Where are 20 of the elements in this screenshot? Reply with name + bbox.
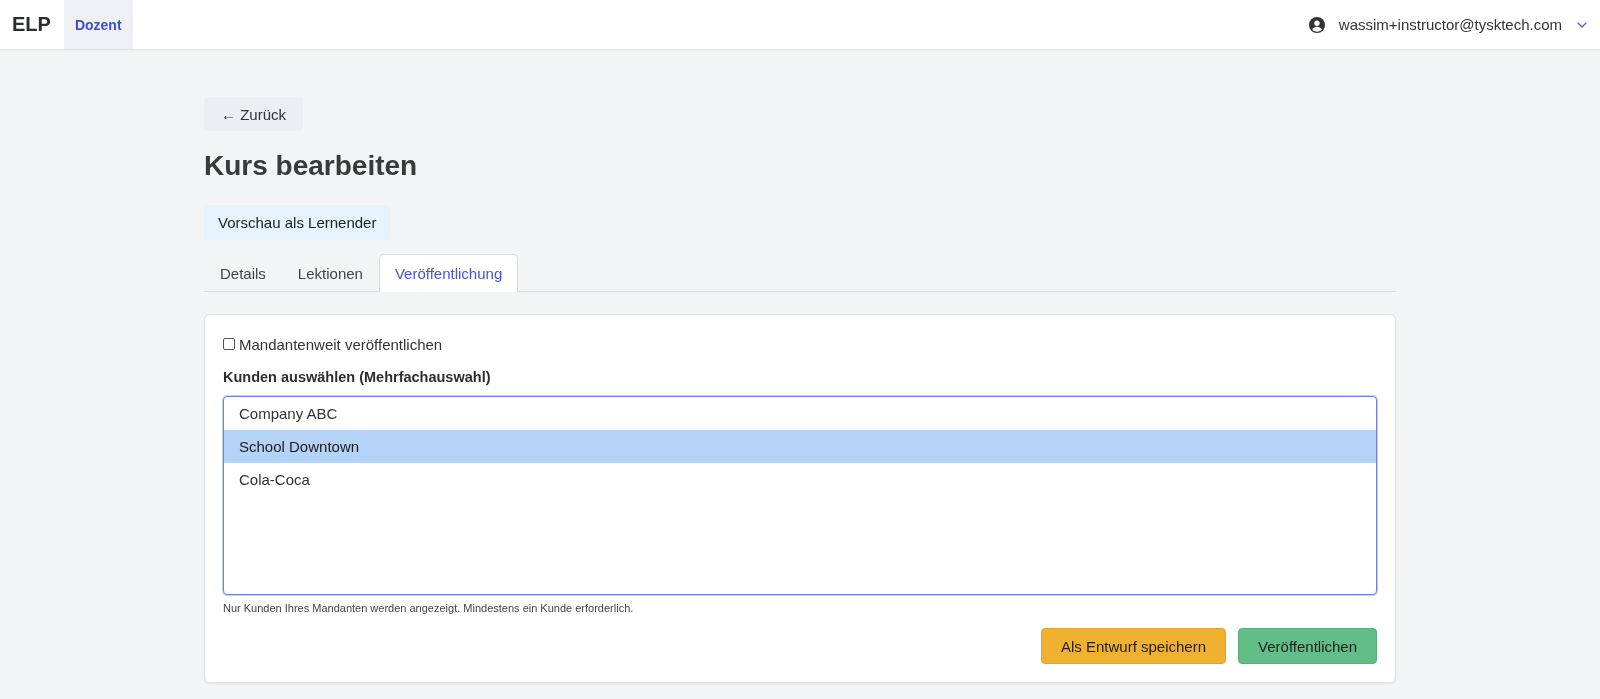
select-option[interactable]: Cola-Coca [224,463,1376,496]
select-option[interactable]: Company ABC [224,397,1376,430]
checkbox-label: Mandantenweit veröffentlichen [239,335,443,353]
field-label: Kunden auswählen (Mehrfachauswahl) [223,368,492,387]
help-text: Nur Kunden Ihres Mandanten werden angezeigt. Mindestens ein Kunde erforderlich. [223,601,635,615]
page-title: Kurs bearbeiten [204,149,419,183]
nav-tab[interactable]: Dozent [63,0,133,49]
customer-select[interactable]: Company ABC School Downtown Cola-Coca [223,396,1377,595]
tab[interactable]: Lektionen [281,254,379,292]
back-button[interactable]: ← Zurück [204,97,303,131]
publish-button[interactable]: Veröffentlichen [1238,628,1377,664]
checkbox[interactable] [223,338,235,350]
app-logo: ELP [11,12,52,37]
tab[interactable]: Veröffentlichung [378,254,519,292]
user-menu-button[interactable]: wassim+instructor@tysktech.com [1308,0,1600,49]
user-icon [1308,16,1325,33]
tab[interactable]: Details [204,254,282,292]
preview-button[interactable]: Vorschau als Lernender [204,205,391,240]
select-option[interactable]: School Downtown [224,430,1376,463]
save-draft-button[interactable]: Als Entwurf speichern [1040,628,1227,664]
